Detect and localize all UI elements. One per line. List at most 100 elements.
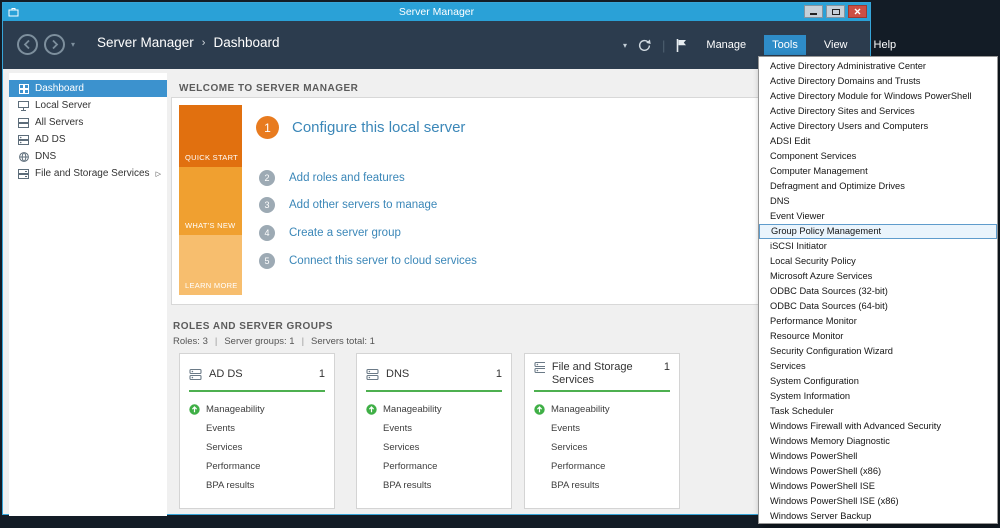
- card-row-manageability[interactable]: Manageability: [189, 400, 325, 419]
- step-number: 2: [259, 170, 275, 186]
- sidebar-item-all-servers[interactable]: All Servers: [9, 114, 167, 131]
- status-up-icon: [366, 404, 377, 415]
- card-row-performance[interactable]: Performance: [189, 457, 325, 476]
- role-card-ad-ds: AD DS 1 Manageability Events Services Pe…: [179, 353, 335, 509]
- menu-tools[interactable]: Tools: [764, 35, 806, 55]
- tools-menu-item[interactable]: Microsoft Azure Services: [759, 269, 997, 284]
- sidebar-item-dashboard[interactable]: Dashboard: [9, 80, 167, 97]
- close-icon: [854, 8, 861, 15]
- menu-help[interactable]: Help: [866, 35, 905, 55]
- tools-menu-item[interactable]: System Information: [759, 389, 997, 404]
- refresh-button[interactable]: [637, 38, 652, 53]
- summary-divider: |: [301, 336, 305, 347]
- card-row-label: Services: [206, 442, 243, 453]
- servers-total-count: Servers total: 1: [311, 336, 375, 347]
- card-row-performance[interactable]: Performance: [534, 457, 670, 476]
- step-configure-local-server[interactable]: 1 Configure this local server: [256, 116, 465, 139]
- breadcrumb-root[interactable]: Server Manager: [97, 35, 194, 50]
- card-row-events[interactable]: Events: [189, 419, 325, 438]
- card-row-manageability[interactable]: Manageability: [366, 400, 502, 419]
- desktop: { "window": { "title": "Server Manager" …: [0, 0, 1000, 528]
- window-title: Server Manager: [398, 6, 475, 18]
- role-card-file-storage-services: File and Storage Services 1 Manageabilit…: [524, 353, 680, 509]
- breadcrumb-current[interactable]: Dashboard: [213, 35, 279, 50]
- card-row-label: Manageability: [551, 404, 610, 415]
- card-row-bpa-results[interactable]: BPA results: [189, 476, 325, 495]
- card-row-services[interactable]: Services: [366, 438, 502, 457]
- sidebar-item-ad-ds[interactable]: AD DS: [9, 131, 167, 148]
- step-add-roles-features[interactable]: 2 Add roles and features: [259, 170, 405, 186]
- step-connect-cloud-services[interactable]: 5 Connect this server to cloud services: [259, 253, 477, 269]
- role-server-icon: [189, 368, 202, 380]
- roles-count: Roles: 3: [173, 336, 208, 347]
- back-arrow-icon: [23, 39, 30, 50]
- tools-menu-item[interactable]: Performance Monitor: [759, 314, 997, 329]
- tab-learn-more[interactable]: LEARN MORE: [179, 235, 242, 295]
- notifications-flag-button[interactable]: [675, 38, 688, 53]
- server-groups-count: Server groups: 1: [224, 336, 295, 347]
- card-row-performance[interactable]: Performance: [366, 457, 502, 476]
- tab-whats-new[interactable]: WHAT'S NEW: [179, 167, 242, 235]
- step-link: Add roles and features: [289, 172, 405, 184]
- card-row-bpa-results[interactable]: BPA results: [534, 476, 670, 495]
- sidebar-item-dns[interactable]: DNS: [9, 148, 167, 165]
- tab-quick-start[interactable]: QUICK START: [179, 105, 242, 167]
- tools-menu-item[interactable]: ODBC Data Sources (32-bit): [759, 284, 997, 299]
- card-row-manageability[interactable]: Manageability: [534, 400, 670, 419]
- card-row-label: BPA results: [551, 480, 600, 491]
- role-card-count: 1: [495, 368, 502, 380]
- tools-menu-item[interactable]: Resource Monitor: [759, 329, 997, 344]
- card-row-events[interactable]: Events: [534, 419, 670, 438]
- tools-menu-item[interactable]: Active Directory Administrative Center: [759, 59, 997, 74]
- tools-menu-item[interactable]: Windows Firewall with Advanced Security: [759, 419, 997, 434]
- tools-menu-item[interactable]: Security Configuration Wizard: [759, 344, 997, 359]
- forward-button[interactable]: [44, 34, 65, 55]
- step-create-server-group[interactable]: 4 Create a server group: [259, 225, 401, 241]
- role-card-count: 1: [318, 368, 325, 380]
- menu-manage[interactable]: Manage: [698, 35, 754, 55]
- tools-menu-item[interactable]: Windows PowerShell ISE (x86): [759, 494, 997, 509]
- tools-menu-item[interactable]: Event Viewer: [759, 209, 997, 224]
- tools-menu-item[interactable]: iSCSI Initiator: [759, 239, 997, 254]
- tools-menu-item[interactable]: ADSI Edit: [759, 134, 997, 149]
- tools-menu-item[interactable]: Active Directory Users and Computers: [759, 119, 997, 134]
- close-button[interactable]: [848, 5, 867, 18]
- tools-menu-item[interactable]: Active Directory Domains and Trusts: [759, 74, 997, 89]
- nav-history-caret-icon[interactable]: ▾: [71, 40, 75, 49]
- tools-menu-item[interactable]: Computer Management: [759, 164, 997, 179]
- tools-menu-item[interactable]: Windows Server Backup: [759, 509, 997, 524]
- tools-menu-item[interactable]: System Configuration: [759, 374, 997, 389]
- tools-menu-item[interactable]: DNS: [759, 194, 997, 209]
- tools-menu: Active Directory Administrative Center A…: [758, 56, 998, 524]
- tools-menu-item[interactable]: ODBC Data Sources (64-bit): [759, 299, 997, 314]
- tools-menu-item[interactable]: Windows PowerShell: [759, 449, 997, 464]
- tools-menu-item[interactable]: Local Security Policy: [759, 254, 997, 269]
- sidebar-item-file-storage-services[interactable]: File and Storage Services ▷: [9, 165, 167, 182]
- card-row-services[interactable]: Services: [534, 438, 670, 457]
- tools-menu-item[interactable]: Task Scheduler: [759, 404, 997, 419]
- card-row-events[interactable]: Events: [366, 419, 502, 438]
- tools-menu-item[interactable]: Windows PowerShell ISE: [759, 479, 997, 494]
- tools-menu-item-group-policy-management[interactable]: Group Policy Management: [759, 224, 997, 239]
- step-add-other-servers[interactable]: 3 Add other servers to manage: [259, 197, 437, 213]
- back-button[interactable]: [17, 34, 38, 55]
- minimize-button[interactable]: [804, 5, 823, 18]
- card-row-services[interactable]: Services: [189, 438, 325, 457]
- card-row-bpa-results[interactable]: BPA results: [366, 476, 502, 495]
- titlebar[interactable]: Server Manager: [3, 3, 870, 21]
- tools-menu-item[interactable]: Services: [759, 359, 997, 374]
- menu-view[interactable]: View: [816, 35, 856, 55]
- chevron-right-icon[interactable]: ▷: [156, 170, 161, 178]
- role-server-icon: [366, 368, 379, 380]
- tools-menu-item[interactable]: Active Directory Sites and Services: [759, 104, 997, 119]
- tools-menu-item[interactable]: Active Directory Module for Windows Powe…: [759, 89, 997, 104]
- tools-menu-item[interactable]: Windows PowerShell (x86): [759, 464, 997, 479]
- refresh-caret-icon[interactable]: ▾: [623, 41, 627, 50]
- tools-menu-item[interactable]: Defragment and Optimize Drives: [759, 179, 997, 194]
- breadcrumb-separator: ›: [201, 36, 206, 49]
- tools-menu-item[interactable]: Windows Memory Diagnostic: [759, 434, 997, 449]
- sidebar-item-local-server[interactable]: Local Server: [9, 97, 167, 114]
- roles-header: ROLES AND SERVER GROUPS: [173, 321, 333, 332]
- tools-menu-item[interactable]: Component Services: [759, 149, 997, 164]
- maximize-button[interactable]: [826, 5, 845, 18]
